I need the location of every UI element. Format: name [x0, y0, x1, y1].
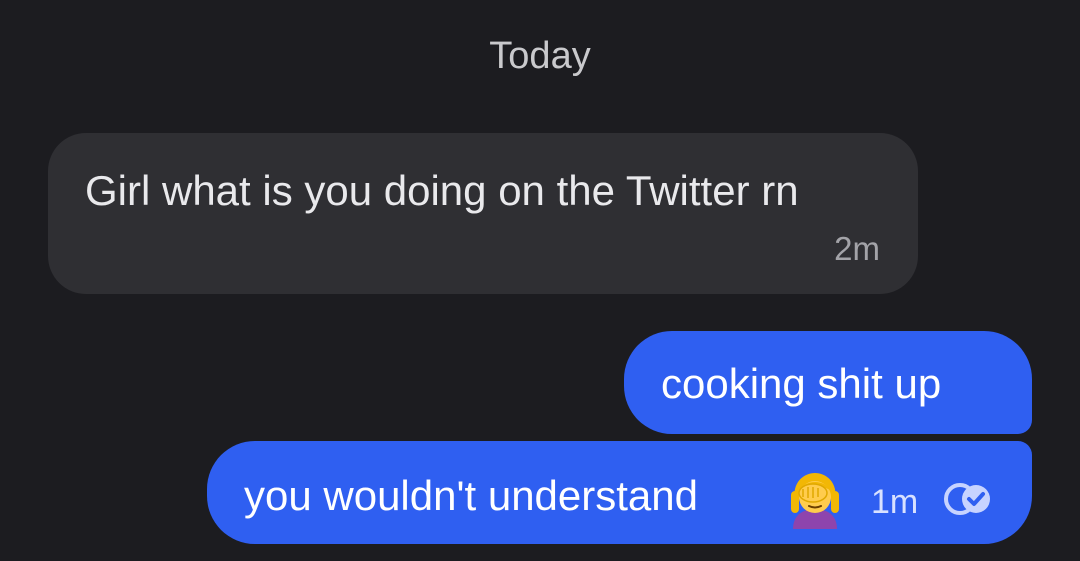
face-palm-woman-icon	[791, 473, 839, 529]
incoming-message-text: Girl what is you doing on the Twitter rn	[85, 167, 799, 214]
outgoing-message-bubble[interactable]: you wouldn't understand 1m	[207, 441, 1032, 544]
outgoing-message-timestamp: 1m	[871, 483, 919, 521]
date-divider: Today	[489, 35, 591, 77]
outgoing-message-bubble[interactable]: cooking shit up	[624, 331, 1032, 434]
read-receipt-icon	[944, 483, 990, 515]
incoming-message-timestamp: 2m	[834, 230, 880, 267]
incoming-message-bubble[interactable]: Girl what is you doing on the Twitter rn…	[48, 133, 918, 294]
outgoing-message-text: you wouldn't understand	[244, 472, 699, 519]
outgoing-message-text: cooking shit up	[661, 360, 942, 407]
